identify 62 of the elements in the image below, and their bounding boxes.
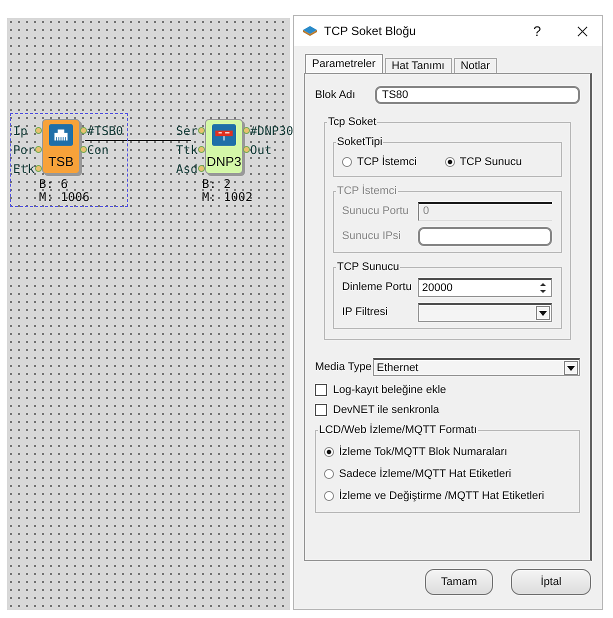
pin-label: Ip xyxy=(13,124,28,138)
radio-indicator-icon[interactable] xyxy=(324,447,334,457)
close-icon[interactable] xyxy=(577,26,588,36)
field-label: Media Type xyxy=(315,361,373,373)
spin-field[interactable]: 20000 xyxy=(418,278,552,296)
logo-icon xyxy=(212,124,236,146)
canvas-area[interactable]: Ip Por Etk TSB #TSB0 Con B: 6 M: 1006 Ser Ttk Asd DNP3 #DNP30 Out B: 2 M: 1002 xyxy=(7,18,290,610)
help-button[interactable]: ? xyxy=(533,23,541,39)
radio-button[interactable]: TCP Sunucu xyxy=(444,156,522,168)
pin-label: Por xyxy=(13,142,35,156)
window-title: TCP Soket Bloğu xyxy=(324,24,417,38)
dialog-button[interactable]: Tamam xyxy=(425,569,493,595)
group-title: TCP Sunucu xyxy=(336,261,400,273)
tab[interactable]: Hat Tanımı xyxy=(384,58,452,73)
field-label: IP Filtresi xyxy=(342,306,389,318)
block-title: DNP3 xyxy=(206,154,242,169)
field-label: Sunucu IPsi xyxy=(342,230,402,242)
pin-label: Ttk xyxy=(176,142,198,156)
pin-label: Ser xyxy=(176,124,198,138)
group-title: TCP İstemci xyxy=(336,185,398,197)
input-field[interactable]: TS80 xyxy=(375,86,580,104)
field-value: 20000 xyxy=(422,282,453,294)
field-label: Sunucu Portu xyxy=(342,205,410,217)
tab[interactable]: Parametreler xyxy=(305,54,383,73)
radio-button[interactable]: Sadece İzleme/MQTT Hat Etiketleri xyxy=(324,468,571,480)
selection-frame[interactable]: Ip Por Etk TSB #TSB0 Con B: 6 M: 1006 xyxy=(10,113,128,207)
radio-indicator-icon[interactable] xyxy=(324,491,334,501)
pin-icon[interactable] xyxy=(35,165,42,172)
radio-button[interactable]: İzleme ve Değiştirme /MQTT Hat Etiketleri xyxy=(324,490,571,502)
pin-label: Con xyxy=(87,142,109,156)
function-block[interactable]: TSB xyxy=(42,119,80,174)
dropdown[interactable]: Ethernet xyxy=(372,358,580,376)
pin-label: Out xyxy=(250,142,272,156)
dropdown-value: Ethernet xyxy=(376,362,418,374)
radio-indicator-icon[interactable] xyxy=(342,157,352,167)
app-icon xyxy=(302,25,318,37)
network-port-icon xyxy=(49,124,73,146)
checkbox[interactable]: Log-kayıt beleğine ekle xyxy=(315,384,446,396)
pin-label: #TSB0 xyxy=(87,124,124,138)
block-number: B: 2 xyxy=(202,178,232,191)
pin-label: Asd xyxy=(176,162,198,176)
radio-button[interactable]: TCP İstemci xyxy=(342,156,417,168)
dropdown[interactable] xyxy=(418,302,552,322)
pin-label: Etk xyxy=(13,162,35,176)
memory-address: M: 1006 xyxy=(39,191,91,204)
group-title: SoketTipi xyxy=(336,136,384,148)
field-label: Blok Adı xyxy=(315,89,356,101)
group-title: LCD/Web İzleme/MQTT Formatı xyxy=(318,424,478,436)
checkbox[interactable]: DevNET ile senkronla xyxy=(315,404,440,416)
block-title: TSB xyxy=(48,154,74,169)
dialog-button[interactable]: İptal xyxy=(511,569,591,595)
radio-indicator-icon[interactable] xyxy=(324,469,334,479)
radio-button[interactable]: İzleme Tok/MQTT Blok Numaraları xyxy=(324,446,571,458)
tab[interactable]: Notlar xyxy=(454,58,497,73)
pin-icon[interactable] xyxy=(198,127,205,134)
memory-address: M: 1002 xyxy=(202,191,254,204)
function-block[interactable]: DNP3 xyxy=(205,119,243,174)
pin-icon[interactable] xyxy=(80,127,87,134)
group-title: Tcp Soket xyxy=(327,116,378,128)
radio-indicator-icon[interactable] xyxy=(444,157,455,167)
field-label: Dinleme Portu xyxy=(342,281,413,293)
block-number: B: 6 xyxy=(39,178,69,191)
